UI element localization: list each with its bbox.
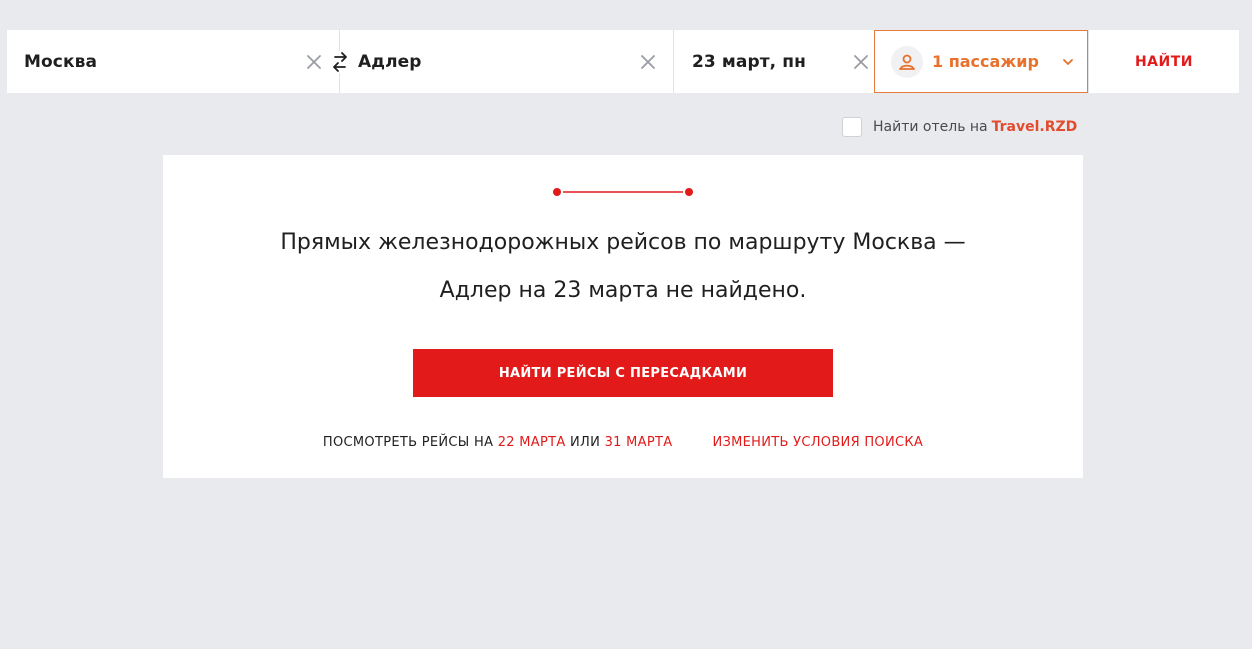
hotel-checkbox[interactable]: [842, 117, 862, 137]
alternative-actions: ПОСМОТРЕТЬ РЕЙСЫ НА 22 МАРТА ИЛИ 31 МАРТ…: [163, 435, 1083, 450]
hotel-label: Найти отель на: [873, 119, 988, 135]
find-button[interactable]: НАЙТИ: [1088, 30, 1239, 93]
to-value: Адлер: [358, 51, 422, 72]
swap-arrows-icon[interactable]: [331, 50, 349, 73]
change-search-link[interactable]: ИЗМЕНИТЬ УСЛОВИЯ ПОИСКА: [712, 435, 923, 450]
search-bar: Москва Адлер 23 март, пн 1 пассажир НАЙТ…: [7, 30, 1239, 93]
hotel-option: Найти отель на Travel.RZD: [842, 117, 1077, 137]
see-flights-prefix: ПОСМОТРЕТЬ РЕЙСЫ НА: [322, 435, 494, 450]
no-results-card: Прямых железнодорожных рейсов по маршрут…: [163, 155, 1083, 478]
hotel-link[interactable]: Travel.RZD: [992, 119, 1078, 135]
user-icon: [899, 54, 915, 70]
find-transfers-button[interactable]: НАЙТИ РЕЙСЫ С ПЕРЕСАДКАМИ: [413, 349, 833, 397]
date-option-link-2[interactable]: 31 МАРТА: [605, 435, 673, 450]
message-line-2: Адлер на 23 марта не найдено.: [439, 278, 807, 303]
passengers-label: 1 пассажир: [932, 52, 1039, 71]
to-field[interactable]: Адлер: [340, 30, 674, 93]
route-line-icon: [553, 188, 693, 196]
close-icon[interactable]: [305, 53, 323, 71]
no-results-message: Прямых железнодорожных рейсов по маршрут…: [203, 219, 1043, 315]
from-value: Москва: [24, 51, 98, 72]
avatar: [891, 45, 923, 78]
close-icon[interactable]: [639, 53, 657, 71]
chevron-down-icon: [1063, 58, 1073, 65]
date-value: 23 март, пн: [692, 51, 806, 72]
date-option-link-1[interactable]: 22 МАРТА: [498, 435, 566, 450]
close-icon[interactable]: [852, 53, 870, 71]
date-field[interactable]: 23 март, пн: [674, 30, 874, 93]
passengers-dropdown[interactable]: 1 пассажир: [874, 30, 1088, 93]
or-word: ИЛИ: [570, 435, 601, 450]
message-line-1: Прямых железнодорожных рейсов по маршрут…: [280, 230, 966, 255]
from-field[interactable]: Москва: [7, 30, 340, 93]
